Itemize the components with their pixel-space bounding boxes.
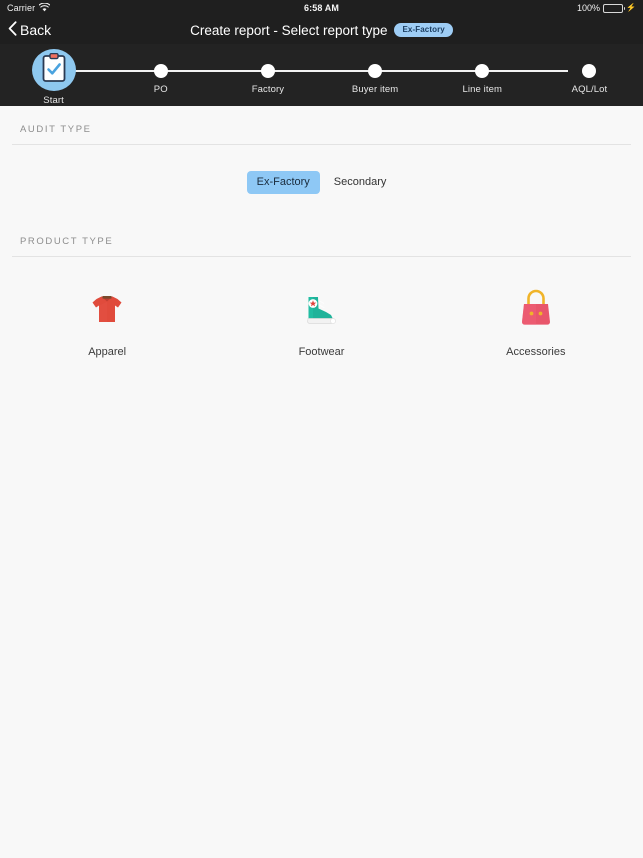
step-progress-bar: Start PO Factory Buyer item Line item AQ… [0, 44, 643, 106]
handbag-icon [512, 285, 560, 333]
stepper-step-po[interactable]: PO [107, 44, 214, 106]
audit-type-control-wrap: Ex-Factory Secondary [0, 145, 643, 218]
navigation-title-group: Create report - Select report type Ex-Fa… [0, 23, 643, 38]
back-button[interactable]: Back [8, 21, 51, 39]
product-type-accessories[interactable]: Accessories [429, 285, 643, 358]
stepper-marker [475, 64, 490, 78]
sneaker-icon [297, 285, 345, 333]
product-type-label: Apparel [88, 346, 127, 358]
report-type-badge: Ex-Factory [394, 23, 453, 37]
tshirt-icon [83, 285, 131, 333]
product-type-grid: Apparel Footwear Accessories [0, 257, 643, 358]
stepper-active-marker [31, 49, 76, 91]
lightning-bolt-icon: ⚡ [626, 3, 636, 12]
stepper-steps: Start PO Factory Buyer item Line item AQ… [0, 44, 643, 106]
stepper-label: Factory [251, 84, 285, 95]
stepper-step-buyer-item[interactable]: Buyer item [322, 44, 429, 106]
product-type-apparel[interactable]: Apparel [0, 285, 214, 358]
stepper-label: PO [153, 84, 168, 95]
clipboard-check-icon [41, 52, 67, 88]
stepper-marker [260, 64, 275, 78]
stepper-label: Buyer item [351, 84, 399, 95]
stepper-step-start[interactable]: Start [0, 44, 107, 106]
status-bar: Carrier 6:58 AM 100% ⚡ [0, 0, 643, 16]
stepper-label: Start [43, 95, 64, 106]
product-type-section-header: PRODUCT TYPE [20, 236, 114, 247]
stepper-label: Line item [462, 84, 502, 95]
audit-type-option-secondary[interactable]: Secondary [324, 171, 397, 194]
audit-type-section-header: AUDIT TYPE [20, 124, 92, 135]
stepper-step-line-item[interactable]: Line item [429, 44, 536, 106]
stepper-label: AQL/Lot [571, 84, 608, 95]
product-type-label: Accessories [506, 346, 566, 358]
product-type-footwear[interactable]: Footwear [214, 285, 428, 358]
stepper-step-aql-lot[interactable]: AQL/Lot [536, 44, 643, 106]
audit-type-segmented-control: Ex-Factory Secondary [246, 171, 397, 194]
back-button-label: Back [20, 22, 52, 38]
product-type-label: Footwear [298, 346, 345, 358]
stepper-marker [582, 64, 597, 78]
stepper-marker [153, 64, 168, 78]
status-bar-right: 100% ⚡ [577, 3, 636, 13]
status-bar-clock: 6:58 AM [304, 3, 339, 13]
stepper-marker [368, 64, 383, 78]
wifi-icon [38, 2, 51, 14]
audit-type-option-ex-factory[interactable]: Ex-Factory [246, 171, 320, 194]
carrier-label: Carrier [7, 3, 36, 13]
chevron-left-icon [8, 21, 17, 39]
main-content: AUDIT TYPE Ex-Factory Secondary PRODUCT … [0, 106, 643, 858]
navigation-bar: Back Create report - Select report type … [0, 16, 643, 44]
status-bar-left: Carrier [7, 2, 51, 14]
page-title: Create report - Select report type [190, 22, 388, 38]
battery-full-icon [603, 3, 626, 13]
stepper-step-factory[interactable]: Factory [214, 44, 321, 106]
battery-percent-label: 100% [577, 3, 601, 13]
